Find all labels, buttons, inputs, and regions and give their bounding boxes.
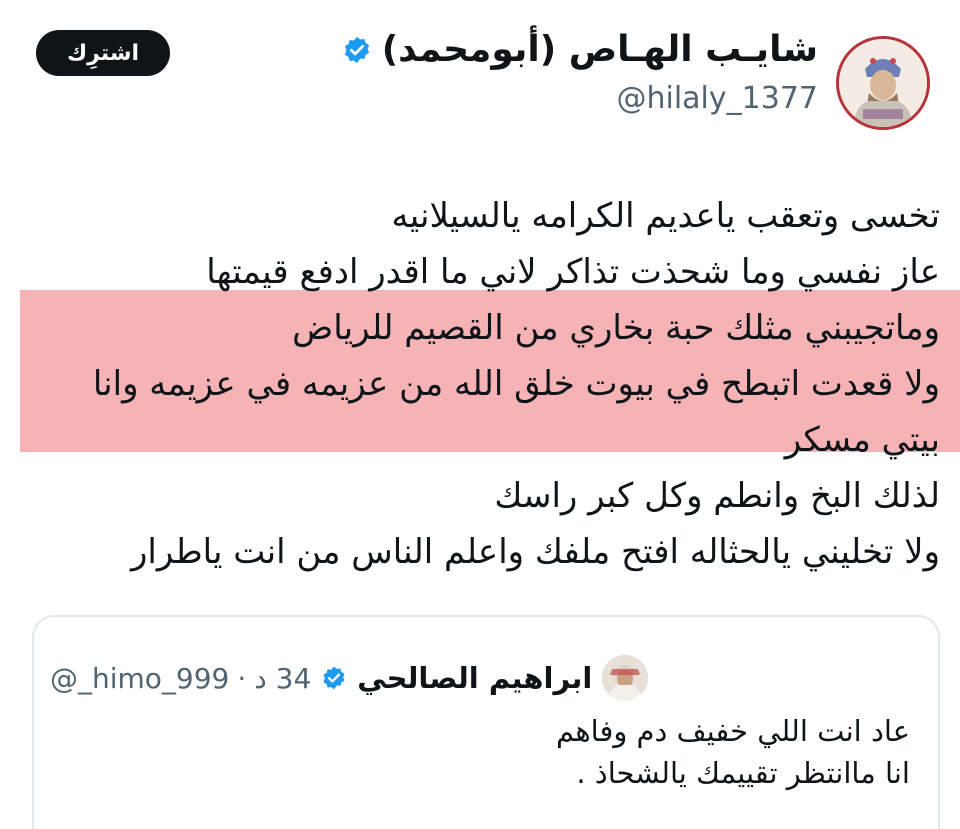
tweet-line: بيتي مسكر bbox=[784, 420, 940, 460]
verified-badge-icon bbox=[342, 35, 372, 65]
quote-line: عاد انت اللي خفيف دم وفاهم bbox=[556, 714, 910, 748]
subscribe-button[interactable]: اشترِك bbox=[36, 30, 170, 76]
tweet-line: تخسى وتعقب ياعديم الكرامه يالسيلانيه bbox=[391, 196, 940, 236]
author-avatar[interactable] bbox=[836, 36, 930, 130]
tweet-screenshot: شايـب الهـاص (أبومحمد) @hilaly_1377 اشتر… bbox=[0, 0, 960, 829]
quote-avatar[interactable] bbox=[602, 655, 649, 701]
quote-avatar-icon bbox=[602, 655, 649, 701]
quote-display-name[interactable]: ابراهيم الصالحي bbox=[357, 661, 592, 695]
tweet-line: لذلك البخ وانطم وكل كبر راسك bbox=[494, 476, 940, 516]
author-name-row: شايـب الهـاص (أبومحمد) bbox=[342, 28, 818, 72]
tweet-line: وماتجيبني مثلك حبة بخاري من القصيم للريا… bbox=[292, 308, 940, 348]
profile-avatar-icon bbox=[839, 39, 927, 127]
quoted-tweet-header: ابراهيم الصالحي @_himo_999 · 34 د bbox=[50, 655, 910, 701]
author-display-name[interactable]: شايـب الهـاص (أبومحمد) bbox=[382, 28, 818, 72]
quote-meta: @_himo_999 · 34 د bbox=[50, 662, 311, 695]
tweet-line: عاز نفسي وما شحذت تذاكر لاني ما اقدر ادف… bbox=[206, 252, 940, 292]
meta-separator: · bbox=[237, 661, 247, 695]
tweet-line: ولا تخليني يالحثاله افتح ملفك واعلم النا… bbox=[130, 532, 940, 572]
tweet-line: ولا قعدت اتبطح في بيوت خلق الله من عزيمه… bbox=[92, 364, 940, 404]
quoted-tweet-text: عاد انت اللي خفيف دم وفاهم انا ماانتظر ت… bbox=[50, 710, 910, 794]
author-handle[interactable]: @hilaly_1377 bbox=[616, 80, 818, 118]
quote-time[interactable]: 34 د bbox=[254, 662, 311, 695]
quote-handle[interactable]: @_himo_999 bbox=[50, 662, 229, 695]
tweet-text: تخسى وتعقب ياعديم الكرامه يالسيلانيه عاز… bbox=[40, 188, 940, 580]
verified-badge-icon bbox=[321, 665, 347, 691]
quote-line: انا ماانتظر تقييمك يالشحاذ . bbox=[576, 756, 910, 790]
